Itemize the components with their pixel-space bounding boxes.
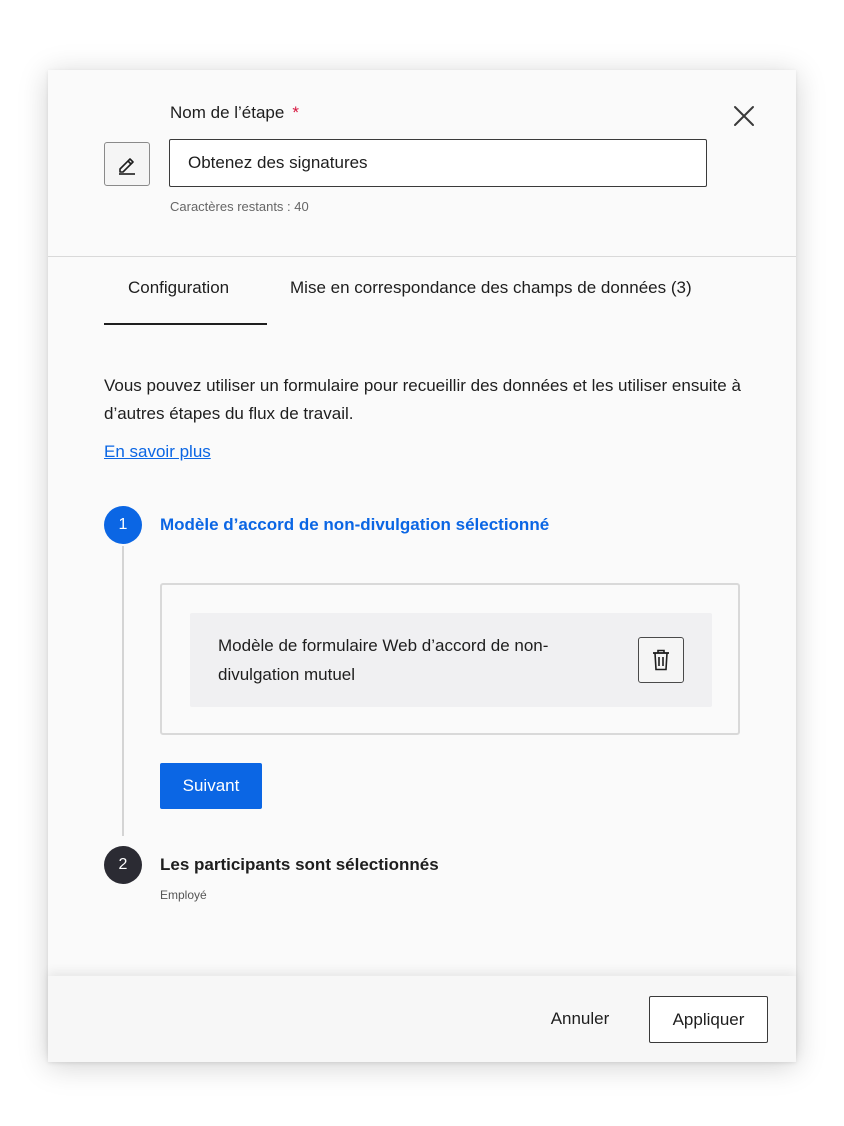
chars-remaining: Caractères restants : 40: [170, 199, 309, 214]
next-button[interactable]: Suivant: [160, 763, 262, 809]
step-name-input[interactable]: [169, 139, 707, 187]
step-2-badge: 2: [104, 846, 142, 884]
step-connector-line: [122, 546, 124, 836]
tab-configuration[interactable]: Configuration: [128, 278, 229, 298]
close-icon: [734, 106, 754, 126]
step-1-badge: 1: [104, 506, 142, 544]
panel-footer: Annuler Appliquer: [48, 976, 796, 1062]
apply-button[interactable]: Appliquer: [649, 996, 768, 1043]
cancel-button[interactable]: Annuler: [532, 1002, 628, 1036]
trash-icon: [653, 649, 669, 671]
template-name: Modèle de formulaire Web d’accord de non…: [218, 636, 549, 684]
edit-step-button[interactable]: [104, 142, 150, 186]
selected-template-card: Modèle de formulaire Web d’accord de non…: [190, 613, 712, 707]
step-1-title[interactable]: Modèle d’accord de non-divulgation sélec…: [160, 515, 549, 535]
step-2-title[interactable]: Les participants sont sélectionnés: [160, 855, 439, 875]
form-description: Vous pouvez utiliser un formulaire pour …: [104, 376, 741, 423]
step-config-panel: Nom de l’étape * Caractères restants : 40…: [48, 70, 796, 1062]
step-name-label: Nom de l’étape *: [170, 103, 299, 123]
selected-template-box: Modèle de formulaire Web d’accord de non…: [160, 583, 740, 735]
required-marker: *: [292, 103, 299, 122]
close-button[interactable]: [732, 104, 756, 128]
pencil-icon: [119, 158, 135, 175]
step-name-label-text: Nom de l’étape: [170, 103, 285, 122]
delete-template-button[interactable]: [638, 637, 684, 683]
panel-header: Nom de l’étape * Caractères restants : 40: [48, 70, 796, 257]
active-tab-indicator: [104, 323, 267, 325]
tab-data-field-mapping[interactable]: Mise en correspondance des champs de don…: [290, 278, 692, 298]
learn-more-link[interactable]: En savoir plus: [104, 442, 211, 462]
step-2-subtitle: Employé: [160, 888, 207, 902]
